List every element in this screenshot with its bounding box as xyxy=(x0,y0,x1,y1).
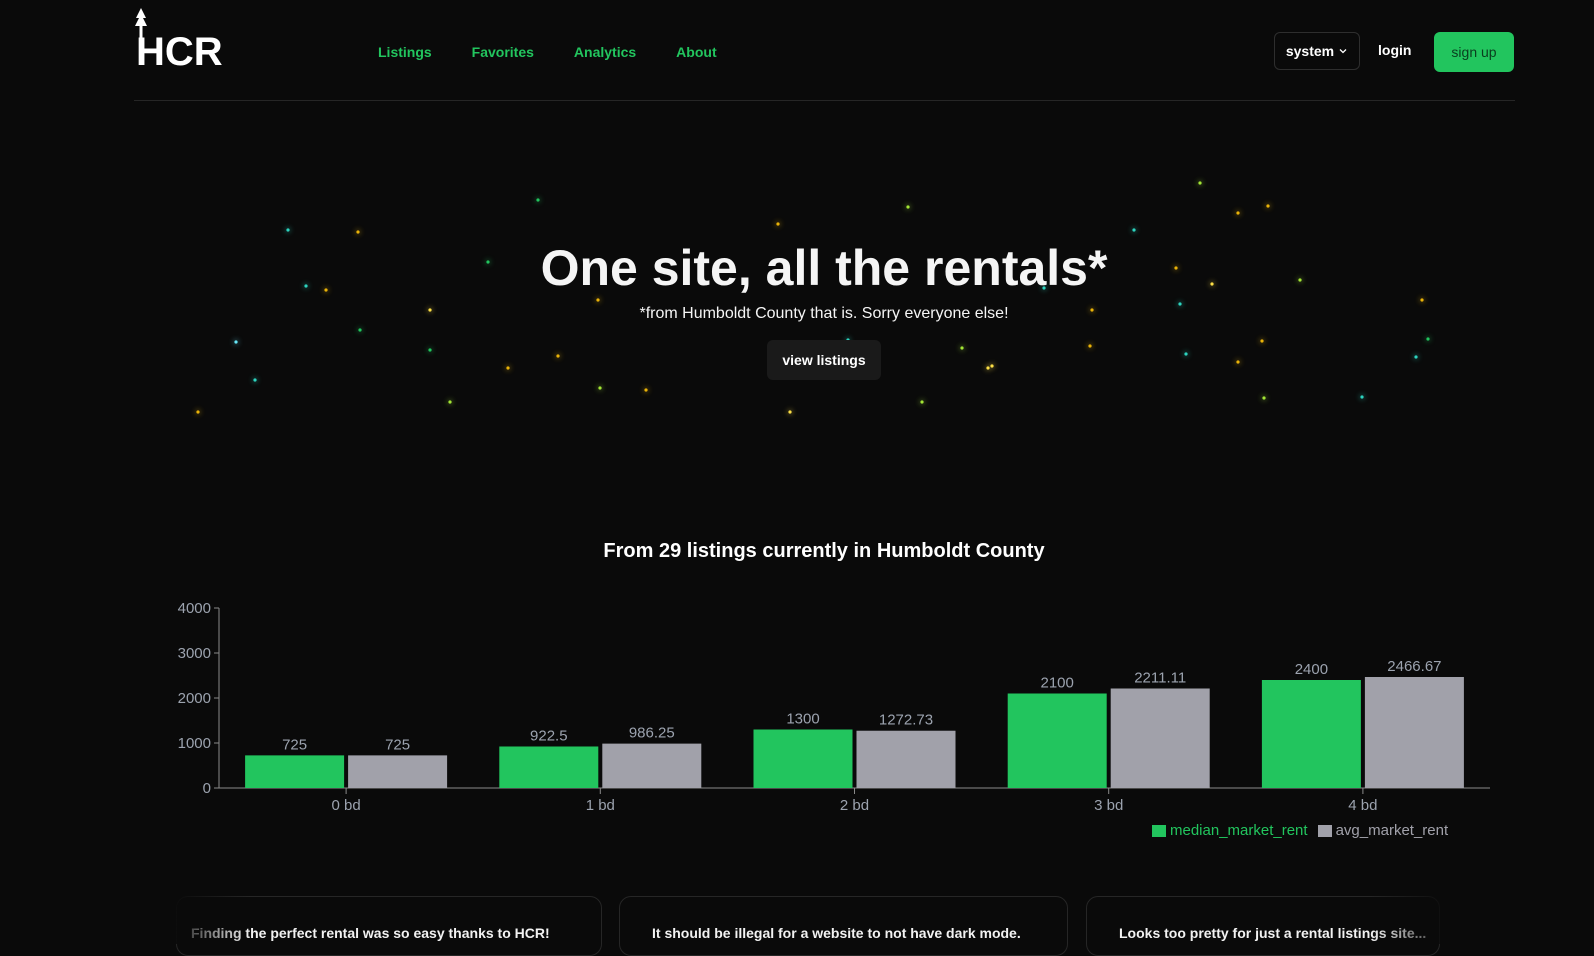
firefly-dot xyxy=(1132,228,1136,232)
legend-label-avg: avg_market_rent xyxy=(1335,822,1449,839)
testimonial-card: It should be illegal for a website to no… xyxy=(619,896,1068,956)
firefly-dot xyxy=(920,400,924,404)
signup-button[interactable]: sign up xyxy=(1434,32,1514,72)
chart-bar xyxy=(1364,676,1464,788)
chevron-down-icon xyxy=(1339,49,1347,54)
hero-title: One site, all the rentals* xyxy=(540,240,1108,296)
firefly-dot xyxy=(1198,181,1202,185)
x-tick-label: 1 bd xyxy=(586,797,615,814)
theme-select[interactable]: system xyxy=(1274,32,1360,70)
data-label: 2211.11 xyxy=(1134,670,1186,687)
logo-text: HCR xyxy=(136,30,223,74)
firefly-dot xyxy=(990,364,994,368)
chart-bar xyxy=(753,729,853,788)
firefly-dot xyxy=(1260,339,1264,343)
firefly-dot xyxy=(358,328,362,332)
firefly-dot xyxy=(1266,204,1270,208)
nav-favorites[interactable]: Favorites xyxy=(472,42,534,62)
chart-legend: median_market_rent avg_market_rent xyxy=(1152,822,1448,839)
firefly-dot xyxy=(196,410,200,414)
site-header: HCR Listings Favorites Analytics About s… xyxy=(134,0,1515,101)
firefly-dot xyxy=(960,346,964,350)
firefly-dot xyxy=(536,198,540,202)
y-tick-label: 2000 xyxy=(178,690,211,707)
firefly-dot xyxy=(986,366,990,370)
firefly-dot xyxy=(506,366,510,370)
firefly-dot xyxy=(356,230,360,234)
nav-about[interactable]: About xyxy=(676,42,716,62)
firefly-dot xyxy=(788,410,792,414)
firefly-dot xyxy=(234,340,238,344)
carousel-fade-left xyxy=(160,880,250,944)
firefly-dot xyxy=(1420,298,1424,302)
y-tick-label: 0 xyxy=(203,780,211,797)
firefly-background xyxy=(196,181,1430,414)
y-tick-label: 3000 xyxy=(178,645,211,662)
firefly-dot xyxy=(906,205,910,209)
chart-bar xyxy=(1007,693,1107,788)
firefly-dot xyxy=(1184,352,1188,356)
testimonial-text: It should be illegal for a website to no… xyxy=(652,925,1021,941)
data-label: 2100 xyxy=(1041,675,1074,692)
data-label: 1272.73 xyxy=(879,712,933,729)
chart-bar xyxy=(245,755,345,788)
firefly-dot xyxy=(1262,396,1266,400)
data-label: 922.5 xyxy=(530,727,568,744)
data-label: 2400 xyxy=(1295,661,1328,678)
firefly-dot xyxy=(1426,337,1430,341)
data-label: 986.25 xyxy=(629,725,675,742)
data-label: 2466.67 xyxy=(1387,658,1441,675)
rent-bar-chart: 0 1000 2000 3000 4000 0 bd 725 725 1 bd 922.5 986.… xyxy=(178,600,1490,814)
x-tick-label: 4 bd xyxy=(1348,797,1377,814)
firefly-dot xyxy=(428,348,432,352)
chart-title: From 29 listings currently in Humboldt C… xyxy=(603,540,1045,562)
main-nav: Listings Favorites Analytics About xyxy=(378,42,717,62)
firefly-dot xyxy=(1236,360,1240,364)
y-tick-label: 1000 xyxy=(178,735,211,752)
x-tick-label: 3 bd xyxy=(1094,797,1123,814)
legend-item-avg[interactable]: avg_market_rent xyxy=(1317,822,1449,839)
firefly-dot xyxy=(596,298,600,302)
chart-bar xyxy=(856,730,956,788)
chart-bar xyxy=(602,743,702,788)
legend-swatch-median xyxy=(1152,824,1166,837)
hero-subtitle: *from Humboldt County that is. Sorry eve… xyxy=(639,305,1009,322)
firefly-dot xyxy=(1360,395,1364,399)
theme-select-label: system xyxy=(1285,43,1335,59)
firefly-dot xyxy=(1414,355,1418,359)
x-tick-label: 0 bd xyxy=(331,797,360,814)
data-label: 1300 xyxy=(786,711,819,728)
firefly-dot xyxy=(448,400,452,404)
firefly-dot xyxy=(286,228,290,232)
testimonials-carousel: Finding the perfect rental was so easy t… xyxy=(176,896,1440,956)
login-button[interactable]: login xyxy=(1378,42,1411,58)
chart-bar xyxy=(1261,680,1361,788)
firefly-dot xyxy=(1236,211,1240,215)
chart-bar xyxy=(1110,688,1210,788)
chart-bar xyxy=(499,746,599,788)
nav-analytics[interactable]: Analytics xyxy=(574,42,636,62)
data-label: 725 xyxy=(385,736,410,753)
y-tick-label: 4000 xyxy=(178,600,211,617)
firefly-dot xyxy=(644,388,648,392)
legend-item-median[interactable]: median_market_rent xyxy=(1152,822,1308,839)
logo[interactable]: HCR xyxy=(134,8,226,74)
firefly-dot xyxy=(598,386,602,390)
legend-label-median: median_market_rent xyxy=(1170,822,1308,839)
chart-bar xyxy=(348,755,448,788)
firefly-dot xyxy=(556,354,560,358)
nav-listings[interactable]: Listings xyxy=(378,42,432,62)
data-label: 725 xyxy=(282,736,307,753)
legend-swatch-avg xyxy=(1317,824,1332,837)
carousel-fade-right xyxy=(1370,880,1470,944)
firefly-dot xyxy=(253,378,257,382)
firefly-dot xyxy=(1088,344,1092,348)
firefly-dot xyxy=(776,222,780,226)
view-listings-button[interactable]: view listings xyxy=(767,340,881,380)
x-tick-label: 2 bd xyxy=(840,797,869,814)
